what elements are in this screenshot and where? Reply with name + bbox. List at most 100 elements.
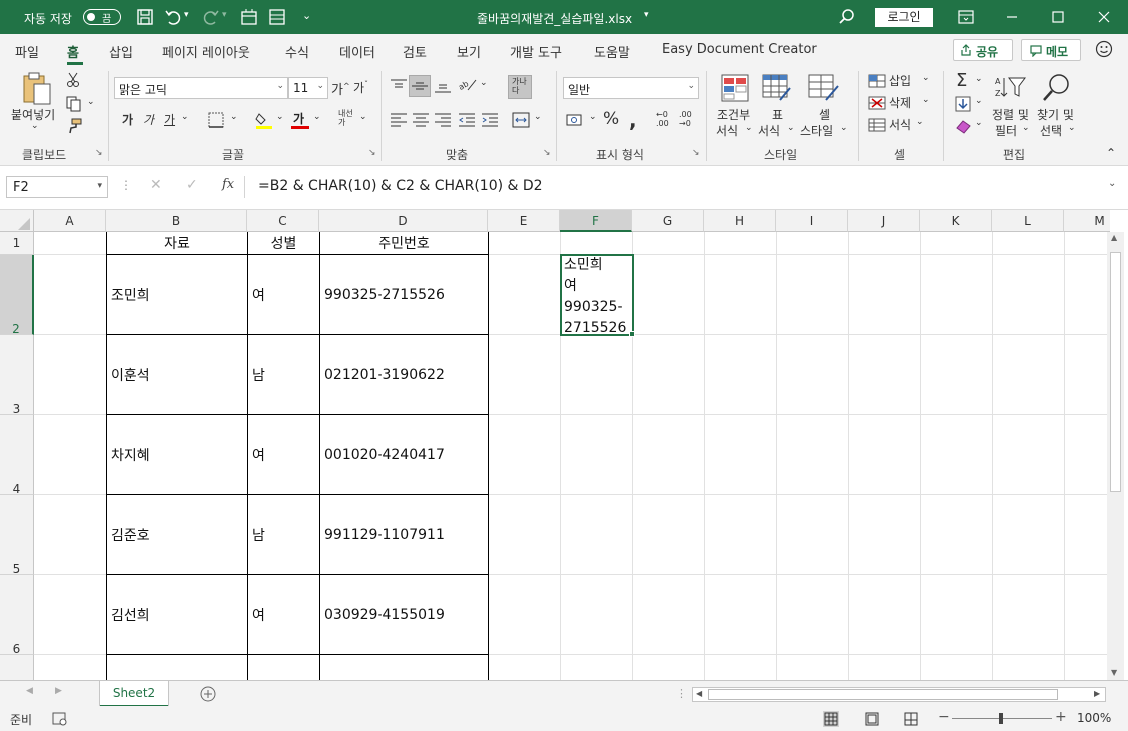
increase-decimal-icon[interactable]: ←0.00 bbox=[656, 110, 669, 128]
customize-qat-icon[interactable]: ⌄ bbox=[302, 9, 311, 22]
col-header-h[interactable]: H bbox=[704, 210, 776, 232]
insert-cells-icon[interactable] bbox=[868, 74, 886, 88]
row-header-1[interactable]: 1 bbox=[0, 232, 34, 255]
underline-dropdown-icon[interactable]: ⌄ bbox=[181, 112, 189, 122]
share-button[interactable]: 공유 bbox=[953, 39, 1013, 61]
number-format-combo[interactable]: 일반 ⌄ bbox=[563, 77, 699, 99]
row-header-7[interactable] bbox=[0, 655, 34, 680]
clipboard-launcher-icon[interactable]: ↘ bbox=[95, 148, 103, 158]
tab-data[interactable]: 데이터 bbox=[339, 42, 375, 61]
header-cell-name[interactable]: 자료 bbox=[107, 232, 247, 254]
add-sheet-icon[interactable] bbox=[200, 686, 216, 702]
clear-dropdown-icon[interactable]: ⌄ bbox=[975, 118, 983, 128]
orientation-dropdown-icon[interactable]: ⌄ bbox=[480, 78, 488, 88]
merge-center-icon[interactable] bbox=[512, 111, 530, 129]
header-cell-id[interactable]: 주민번호 bbox=[320, 232, 488, 254]
next-sheet-icon[interactable]: ▶ bbox=[55, 686, 62, 696]
cell-gender[interactable]: 남 bbox=[248, 495, 319, 574]
close-icon[interactable] bbox=[1094, 7, 1114, 27]
redo-icon[interactable] bbox=[202, 8, 220, 26]
search-icon[interactable] bbox=[838, 8, 856, 26]
conditional-formatting-label-2[interactable]: 서식 bbox=[716, 122, 738, 139]
copy-icon[interactable] bbox=[66, 96, 82, 112]
bold-icon[interactable]: 가 bbox=[122, 111, 133, 128]
page-layout-view-icon[interactable] bbox=[864, 711, 880, 727]
save-icon[interactable] bbox=[136, 8, 154, 26]
page-break-view-icon[interactable] bbox=[903, 711, 919, 727]
collapse-ribbon-icon[interactable]: ⌃ bbox=[1106, 146, 1116, 160]
phonetic-icon[interactable]: 내선 가 bbox=[338, 109, 353, 127]
number-launcher-icon[interactable]: ↘ bbox=[692, 148, 700, 158]
worksheet-grid[interactable]: A B C D E F G H I J K L M 1 2 3 4 5 6 자료… bbox=[0, 210, 1110, 680]
row-header-5[interactable]: 5 bbox=[0, 495, 34, 576]
scroll-left-icon[interactable]: ◀ bbox=[696, 689, 702, 698]
cell-gender[interactable]: 여 bbox=[248, 255, 319, 334]
conditional-dropdown-icon[interactable]: ⌄ bbox=[745, 123, 753, 133]
cell-id[interactable]: 030929-4155019 bbox=[320, 575, 488, 654]
cell-id[interactable]: 001020-4240417 bbox=[320, 415, 488, 494]
autosum-icon[interactable]: Σ bbox=[956, 70, 967, 91]
cell-name[interactable]: 조민희 bbox=[107, 255, 247, 334]
alignment-launcher-icon[interactable]: ↘ bbox=[543, 148, 551, 158]
sort-filter-label-2[interactable]: 필터 bbox=[995, 122, 1017, 139]
find-select-icon[interactable] bbox=[1042, 72, 1072, 102]
wrap-text-button[interactable]: 가나 다 bbox=[508, 75, 532, 99]
ribbon-display-icon[interactable] bbox=[956, 7, 976, 27]
conditional-formatting-icon[interactable] bbox=[721, 74, 749, 102]
col-header-c[interactable]: C bbox=[247, 210, 319, 232]
cell-gender[interactable]: 여 bbox=[248, 415, 319, 494]
delete-dropdown-icon[interactable]: ⌄ bbox=[922, 95, 930, 105]
enter-icon[interactable]: ✓ bbox=[186, 177, 198, 193]
insert-function-icon[interactable]: fx bbox=[222, 177, 234, 192]
font-color-dropdown-icon[interactable]: ⌄ bbox=[313, 112, 321, 122]
zoom-in-icon[interactable]: + bbox=[1055, 709, 1067, 725]
minimize-icon[interactable] bbox=[1002, 7, 1022, 27]
cut-icon[interactable] bbox=[66, 72, 80, 88]
cancel-icon[interactable]: ✕ bbox=[150, 177, 162, 193]
italic-icon[interactable]: 가 bbox=[143, 111, 154, 128]
merge-dropdown-icon[interactable]: ⌄ bbox=[534, 112, 542, 122]
maximize-icon[interactable] bbox=[1048, 7, 1068, 27]
phonetic-dropdown-icon[interactable]: ⌄ bbox=[359, 112, 367, 122]
find-dropdown-icon[interactable]: ⌄ bbox=[1068, 123, 1076, 133]
cell-name[interactable]: 차지혜 bbox=[107, 415, 247, 494]
align-top-icon[interactable] bbox=[390, 78, 408, 94]
formula-input[interactable]: =B2 & CHAR(10) & C2 & CHAR(10) & D2 bbox=[250, 176, 1120, 198]
tab-formulas[interactable]: 수식 bbox=[285, 42, 309, 61]
col-header-e[interactable]: E bbox=[488, 210, 560, 232]
vertical-scrollbar[interactable]: ▲ ▼ bbox=[1107, 232, 1124, 680]
memo-button[interactable]: 메모 bbox=[1021, 39, 1081, 61]
orientation-icon[interactable]: ab bbox=[458, 76, 478, 94]
find-select-label[interactable]: 찾기 및 bbox=[1037, 106, 1074, 123]
autosum-dropdown-icon[interactable]: ⌄ bbox=[975, 74, 983, 84]
row-header-2[interactable]: 2 bbox=[0, 255, 34, 336]
scroll-down-icon[interactable]: ▼ bbox=[1111, 668, 1117, 677]
fill-color-dropdown-icon[interactable]: ⌄ bbox=[276, 112, 284, 122]
borders-dropdown-icon[interactable]: ⌄ bbox=[230, 112, 238, 122]
grow-font-icon[interactable]: 가^ bbox=[331, 79, 350, 98]
cell-name[interactable]: 김준호 bbox=[107, 495, 247, 574]
login-button[interactable]: 로그인 bbox=[875, 8, 933, 27]
sort-filter-label[interactable]: 정렬 및 bbox=[992, 106, 1029, 123]
find-select-label-2[interactable]: 선택 bbox=[1040, 122, 1062, 139]
paste-icon[interactable] bbox=[20, 72, 54, 108]
copy-dropdown-icon[interactable]: ⌄ bbox=[87, 97, 95, 107]
col-header-j[interactable]: J bbox=[848, 210, 920, 232]
decrease-decimal-icon[interactable]: .00 →0 bbox=[679, 110, 692, 128]
cell-gender[interactable]: 남 bbox=[248, 335, 319, 414]
scroll-right-icon[interactable]: ▶ bbox=[1094, 689, 1100, 698]
select-all-corner[interactable] bbox=[0, 210, 34, 232]
cell-id[interactable]: 021201-3190622 bbox=[320, 335, 488, 414]
form-icon[interactable] bbox=[240, 8, 258, 26]
format-painter-icon[interactable] bbox=[66, 118, 82, 134]
zoom-slider-thumb[interactable] bbox=[999, 713, 1003, 724]
col-header-i[interactable]: I bbox=[776, 210, 848, 232]
zoom-level[interactable]: 100% bbox=[1077, 711, 1111, 725]
col-header-a[interactable]: A bbox=[34, 210, 106, 232]
underline-icon[interactable]: 가 bbox=[164, 111, 175, 128]
tab-page-layout[interactable]: 페이지 레이아웃 bbox=[162, 42, 250, 61]
col-header-g[interactable]: G bbox=[632, 210, 704, 232]
layout-icon[interactable] bbox=[268, 8, 286, 26]
col-header-d[interactable]: D bbox=[319, 210, 488, 232]
comma-icon[interactable]: , bbox=[629, 108, 637, 132]
